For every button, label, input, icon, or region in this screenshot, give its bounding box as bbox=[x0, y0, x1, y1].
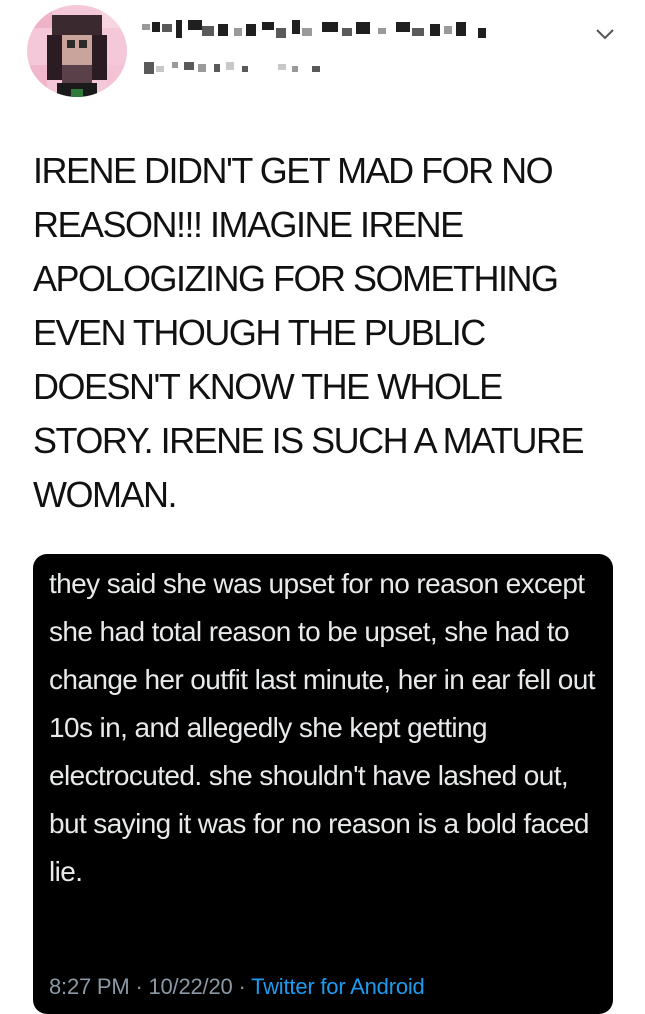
avatar[interactable] bbox=[27, 5, 127, 97]
tweet-text: IRENE DIDN'T GET MAD FOR NO REASON!!! IM… bbox=[33, 150, 585, 515]
tweet-date[interactable]: 10/22/20 bbox=[148, 974, 232, 999]
pixelated-avatar-image bbox=[27, 5, 127, 97]
meta-separator: · bbox=[232, 974, 252, 999]
meta-separator: · bbox=[129, 974, 149, 999]
chevron-down-icon[interactable] bbox=[594, 25, 616, 43]
tweet-meta: 8:27 PM · 10/22/20 · Twitter for Android bbox=[49, 974, 425, 1000]
tweet-time[interactable]: 8:27 PM bbox=[49, 974, 130, 999]
quoted-tweet-text: they said she was upset for no reason ex… bbox=[49, 568, 595, 887]
quoted-tweet-card[interactable]: they said she was upset for no reason ex… bbox=[33, 554, 613, 1014]
tweet-source-link[interactable]: Twitter for Android bbox=[251, 974, 425, 999]
author-handle-redacted[interactable] bbox=[142, 56, 342, 78]
tweet-header bbox=[0, 0, 645, 110]
author-name-redacted[interactable] bbox=[142, 18, 502, 46]
